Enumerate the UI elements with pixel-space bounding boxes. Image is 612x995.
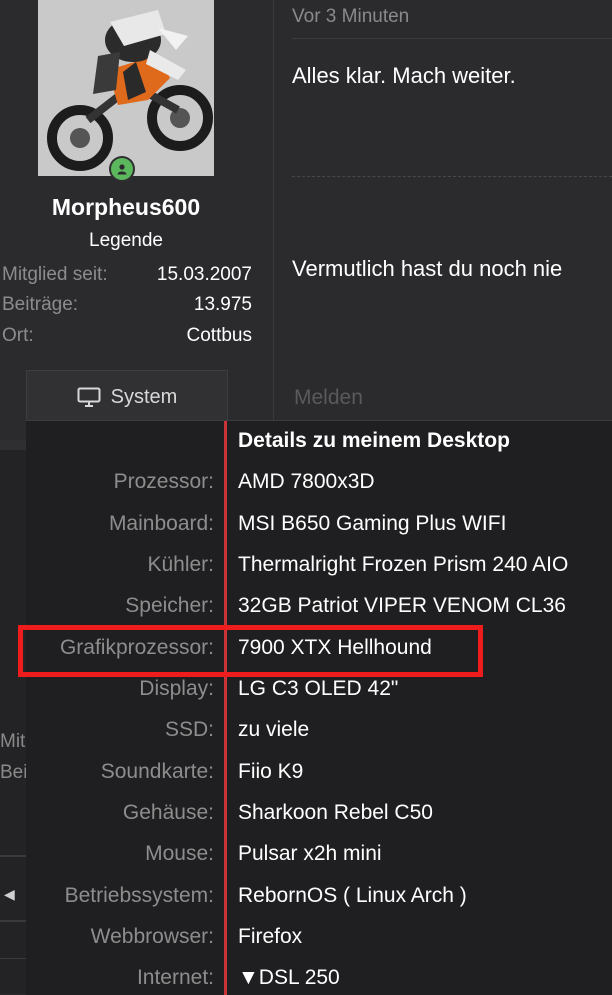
spec-value: Firefox <box>238 925 303 948</box>
stat-value[interactable]: 13.975 <box>194 294 252 316</box>
stat-label: Mitglied seit: <box>2 264 108 285</box>
spec-row-case: Gehäuse: Sharkoon Rebel C50 <box>26 793 612 834</box>
spec-value: ▼DSL 250 <box>238 966 340 989</box>
caret-left-icon[interactable]: ◀ <box>4 886 15 903</box>
spec-value: Sharkoon Rebel C50 <box>238 801 433 824</box>
system-details-popup: Details zu meinem Desktop Prozessor: AMD… <box>26 420 612 995</box>
spec-label: Mouse: <box>145 842 214 865</box>
spec-row-ssd: SSD: zu viele <box>26 710 612 751</box>
spec-label: Soundkarte: <box>100 760 214 783</box>
divider <box>0 855 26 857</box>
avatar[interactable] <box>38 0 214 176</box>
spec-value: Fiio K9 <box>238 760 304 783</box>
spec-label: SSD: <box>164 718 214 741</box>
stat-location: Ort: Cottbus <box>0 325 252 351</box>
signature-divider <box>292 176 612 177</box>
stat-posts: Beiträge: 13.975 <box>0 294 252 320</box>
post-timestamp[interactable]: Vor 3 Minuten <box>292 6 409 28</box>
spec-value: AMD 7800x3D <box>238 470 375 493</box>
spec-label: Kühler: <box>147 553 214 576</box>
column-divider <box>273 0 274 440</box>
spec-row-soundcard: Soundkarte: Fiio K9 <box>26 752 612 793</box>
user-online-icon <box>111 158 133 180</box>
stat-value: 15.03.2007 <box>156 264 252 285</box>
stat-value: Cottbus <box>186 325 252 346</box>
spec-value: Thermalright Frozen Prism 240 AIO <box>238 553 569 576</box>
spec-label: Betriebssystem: <box>64 884 214 907</box>
spec-value: zu viele <box>238 718 310 741</box>
graphics-highlight-box <box>18 625 483 677</box>
divider <box>292 38 612 39</box>
spec-row-internet: Internet: ▼DSL 250 <box>26 958 612 995</box>
spec-value: MSI B650 Gaming Plus WIFI <box>238 512 507 535</box>
spec-value: LG C3 OLED 42" <box>238 677 399 700</box>
report-link[interactable]: Melden <box>294 386 363 410</box>
next-post-stat-label: Beiträge: <box>0 762 26 783</box>
motocross-avatar-image <box>38 0 214 176</box>
post-message-text: Alles klar. Mach weiter. <box>292 63 516 88</box>
spec-row-browser: Webbrowser: Firefox <box>26 917 612 958</box>
spec-label: Mainboard: <box>108 512 214 535</box>
spec-value: Pulsar x2h mini <box>238 842 382 865</box>
system-button-label: System <box>110 385 178 408</box>
spec-row-mouse: Mouse: Pulsar x2h mini <box>26 834 612 875</box>
spec-row-memory: Speicher: 32GB Patriot VIPER VENOM CL36 <box>26 586 612 627</box>
spec-label: Gehäuse: <box>122 801 214 824</box>
spec-label: Prozessor: <box>113 470 214 493</box>
stat-label: Beiträge: <box>2 294 79 315</box>
spec-value: RebornOS ( Linux Arch ) <box>238 884 467 907</box>
spec-row-processor: Prozessor: AMD 7800x3D <box>26 462 612 503</box>
spec-label: Internet: <box>136 966 214 989</box>
signature-text: Vermutlich hast du noch nie <box>292 256 563 281</box>
system-button[interactable]: System <box>26 370 228 423</box>
divider <box>0 920 26 922</box>
next-post-stat-label: Mitglied seit: <box>0 731 26 752</box>
divider <box>0 958 26 959</box>
next-post-sidebar <box>0 450 26 994</box>
stat-label: Ort: <box>2 325 34 346</box>
online-status-indicator <box>109 156 135 182</box>
spec-label: Display: <box>139 677 214 700</box>
spec-value: 32GB Patriot VIPER VENOM CL36 <box>238 594 566 617</box>
monitor-icon <box>77 387 101 407</box>
spec-label: Speicher: <box>125 594 214 617</box>
username[interactable]: Morpheus600 <box>0 194 252 221</box>
spec-row-os: Betriebssystem: RebornOS ( Linux Arch ) <box>26 876 612 917</box>
user-rank: Legende <box>89 230 163 251</box>
spec-label: Webbrowser: <box>90 925 214 948</box>
spec-row-cooler: Kühler: Thermalright Frozen Prism 240 AI… <box>26 545 612 586</box>
popup-title: Details zu meinem Desktop <box>238 429 510 452</box>
spec-row-mainboard: Mainboard: MSI B650 Gaming Plus WIFI <box>26 504 612 545</box>
stat-member-since: Mitglied seit: 15.03.2007 <box>0 264 252 290</box>
